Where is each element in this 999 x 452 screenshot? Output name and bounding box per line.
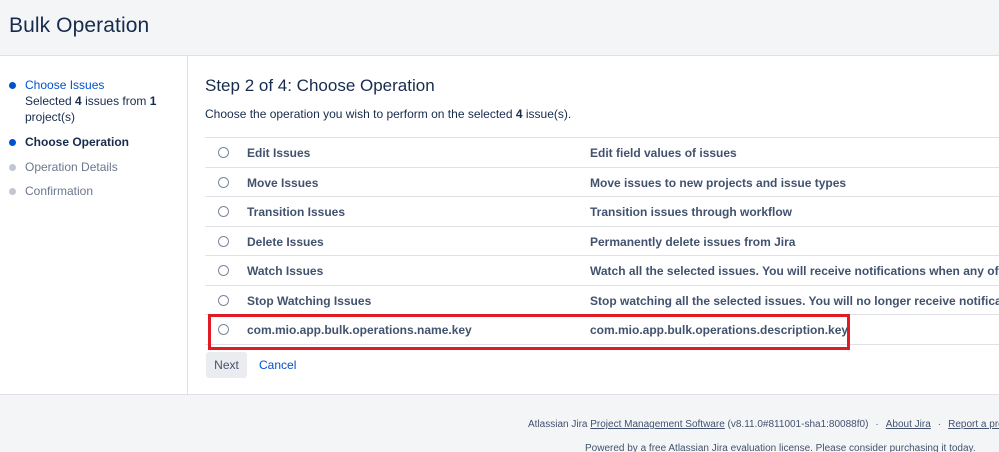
step-sidebar: Choose Issues Selected 4 issues from 1 p… (0, 56, 188, 394)
operation-description: Edit field values of issues (590, 146, 737, 160)
operation-name: Edit Issues (247, 146, 311, 160)
step-title: Confirmation (25, 184, 94, 198)
operation-row-delete-issues[interactable]: Delete Issues Permanently delete issues … (205, 227, 999, 256)
page-title: Bulk Operation (9, 14, 150, 37)
next-button[interactable]: Next (206, 352, 247, 378)
footer-separator: · (937, 419, 942, 430)
step-operation-details: Operation Details (9, 159, 118, 175)
operation-row-transition-issues[interactable]: Transition Issues Transition issues thro… (205, 197, 999, 227)
step-pending-dot-icon (9, 164, 16, 171)
operation-radio[interactable] (218, 147, 229, 158)
footer-links: Atlassian Jira Project Management Softwa… (528, 419, 999, 430)
operation-description: Transition issues through workflow (590, 205, 793, 219)
operation-row-move-issues[interactable]: Move Issues Move issues to new projects … (205, 168, 999, 197)
footer-text: Atlassian Jira (528, 419, 591, 430)
red-highlight-box (208, 314, 850, 350)
intro-prefix: Choose the operation you wish to perform… (205, 107, 516, 121)
operation-description: Watch all the selected issues. You will … (590, 264, 999, 278)
operation-row-edit-issues[interactable]: Edit Issues Edit field values of issues (205, 138, 999, 168)
operation-radio[interactable] (218, 265, 229, 276)
intro-text: Choose the operation you wish to perform… (205, 107, 571, 121)
issue-count: 4 (75, 94, 82, 108)
step-choose-issues[interactable]: Choose Issues Selected 4 issues from 1 p… (9, 77, 165, 125)
operation-radio[interactable] (218, 176, 229, 188)
operation-description: Permanently delete issues from Jira (590, 234, 796, 249)
operation-row-stop-watching-issues[interactable]: Stop Watching Issues Stop watching all t… (205, 286, 999, 315)
summary-text: Selected (25, 94, 76, 108)
step-title[interactable]: Choose Issues (25, 77, 165, 93)
operation-name: Move Issues (247, 175, 319, 190)
page-footer: Atlassian Jira Project Management Softwa… (0, 394, 999, 452)
summary-text: project(s) (25, 110, 76, 124)
operation-radio[interactable] (218, 235, 229, 247)
step-current-dot-icon (9, 139, 16, 146)
report-problem-link[interactable]: Report a prob (948, 419, 999, 430)
operation-radio[interactable] (218, 206, 229, 217)
step-title: Choose Operation (25, 135, 130, 149)
step-heading: Step 2 of 4: Choose Operation (205, 76, 435, 95)
step-complete-dot-icon (9, 82, 16, 89)
version-text: (v8.11.0#811001-sha1:80088f0) (724, 419, 869, 430)
license-text: Powered by a free Atlassian Jira evaluat… (585, 443, 976, 452)
operation-name: Delete Issues (247, 234, 324, 249)
summary-text: issues from (81, 94, 150, 108)
step-summary: Selected 4 issues from 1 project(s) (25, 93, 165, 125)
operation-name: Transition Issues (247, 205, 346, 219)
step-pending-dot-icon (9, 188, 16, 195)
step-choose-operation: Choose Operation (9, 134, 130, 150)
page-header: Bulk Operation (0, 0, 999, 56)
footer-separator: · (875, 419, 879, 430)
about-jira-link[interactable]: About Jira (886, 419, 931, 430)
intro-suffix: issue(s). (522, 107, 572, 121)
step-confirmation: Confirmation (9, 183, 94, 199)
project-count: 1 (149, 94, 157, 108)
operation-description: Stop watching all the selected issues. Y… (590, 293, 999, 308)
operation-name: Stop Watching Issues (247, 293, 372, 308)
operation-description: Move issues to new projects and issue ty… (590, 175, 847, 190)
cancel-link[interactable]: Cancel (259, 358, 296, 372)
selected-count: 4 (515, 107, 523, 121)
operation-name: Watch Issues (247, 264, 324, 278)
step-title: Operation Details (25, 160, 118, 174)
operation-row-watch-issues[interactable]: Watch Issues Watch all the selected issu… (205, 256, 999, 286)
operation-radio[interactable] (218, 294, 229, 306)
project-management-software-link[interactable]: Project Management Software (590, 419, 725, 430)
